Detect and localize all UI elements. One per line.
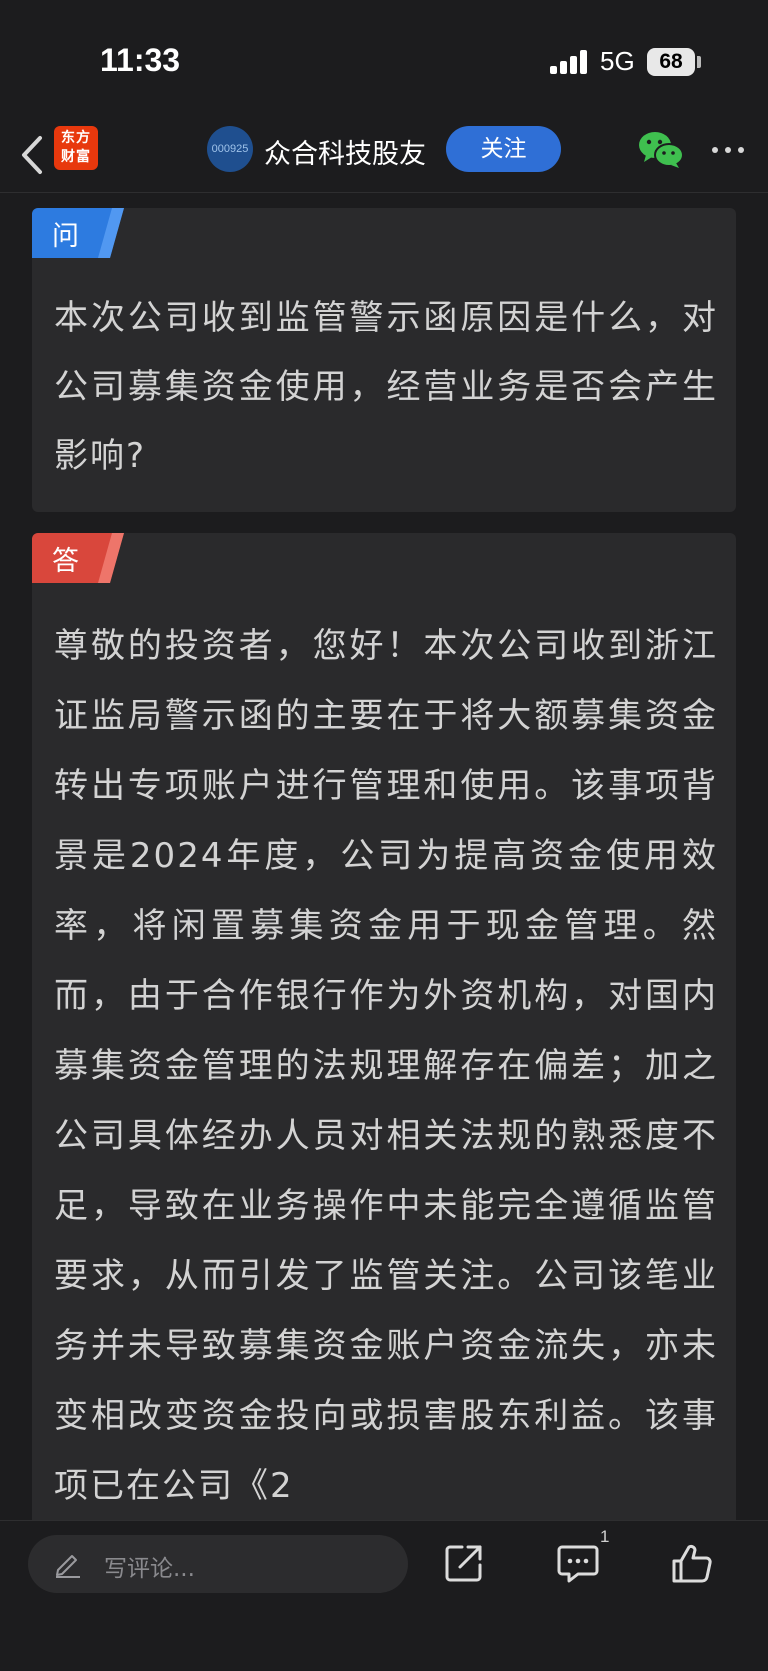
battery-tip xyxy=(697,56,701,68)
comment-input[interactable]: 写评论... xyxy=(28,1535,408,1593)
pencil-icon xyxy=(56,1555,80,1578)
status-time: 11:33 xyxy=(100,42,181,78)
more-icon[interactable] xyxy=(710,140,746,160)
comment-placeholder: 写评论... xyxy=(104,1556,195,1582)
question-text: 本次公司收到监管警示函原因是什么，对公司募集资金使用，经营业务是否会产生影响? xyxy=(54,298,718,476)
question-tag: 问 xyxy=(52,221,79,252)
battery-icon: 68 xyxy=(647,48,695,76)
app-logo[interactable]: 东方财富 xyxy=(54,126,98,170)
answer-card: 答 尊敬的投资者，您好！本次公司收到浙江证监局警示函的主要在于将大额募集资金转出… xyxy=(32,533,736,1533)
wechat-icon[interactable] xyxy=(638,130,684,170)
question-card: 问 本次公司收到监管警示函原因是什么，对公司募集资金使用，经营业务是否会产生影响… xyxy=(32,208,736,512)
comment-count-badge: 1 xyxy=(600,1527,610,1546)
bottom-bar: 写评论... 1 xyxy=(0,1520,768,1671)
follow-button[interactable]: 关注 xyxy=(446,126,561,172)
signal-icon xyxy=(550,50,590,74)
answer-tag: 答 xyxy=(52,546,79,577)
page-title[interactable]: 众合科技股友 xyxy=(264,132,426,171)
logo-text: 东方财富 xyxy=(61,130,91,165)
back-arrow-icon[interactable] xyxy=(16,130,52,180)
avatar-code: 000925 xyxy=(211,143,249,155)
stock-avatar[interactable]: 000925 xyxy=(207,126,253,172)
like-icon[interactable] xyxy=(670,1541,714,1585)
answer-text: 尊敬的投资者，您好！本次公司收到浙江证监局警示函的主要在于将大额募集资金转出专项… xyxy=(54,626,718,1506)
nav-bar: 东方财富 000925 众合科技股友 关注 xyxy=(0,120,768,193)
comment-icon[interactable] xyxy=(556,1541,600,1585)
network-type: 5G xyxy=(600,46,635,76)
share-icon[interactable] xyxy=(442,1541,486,1585)
status-bar: 11:33 5G 68 xyxy=(0,0,768,120)
